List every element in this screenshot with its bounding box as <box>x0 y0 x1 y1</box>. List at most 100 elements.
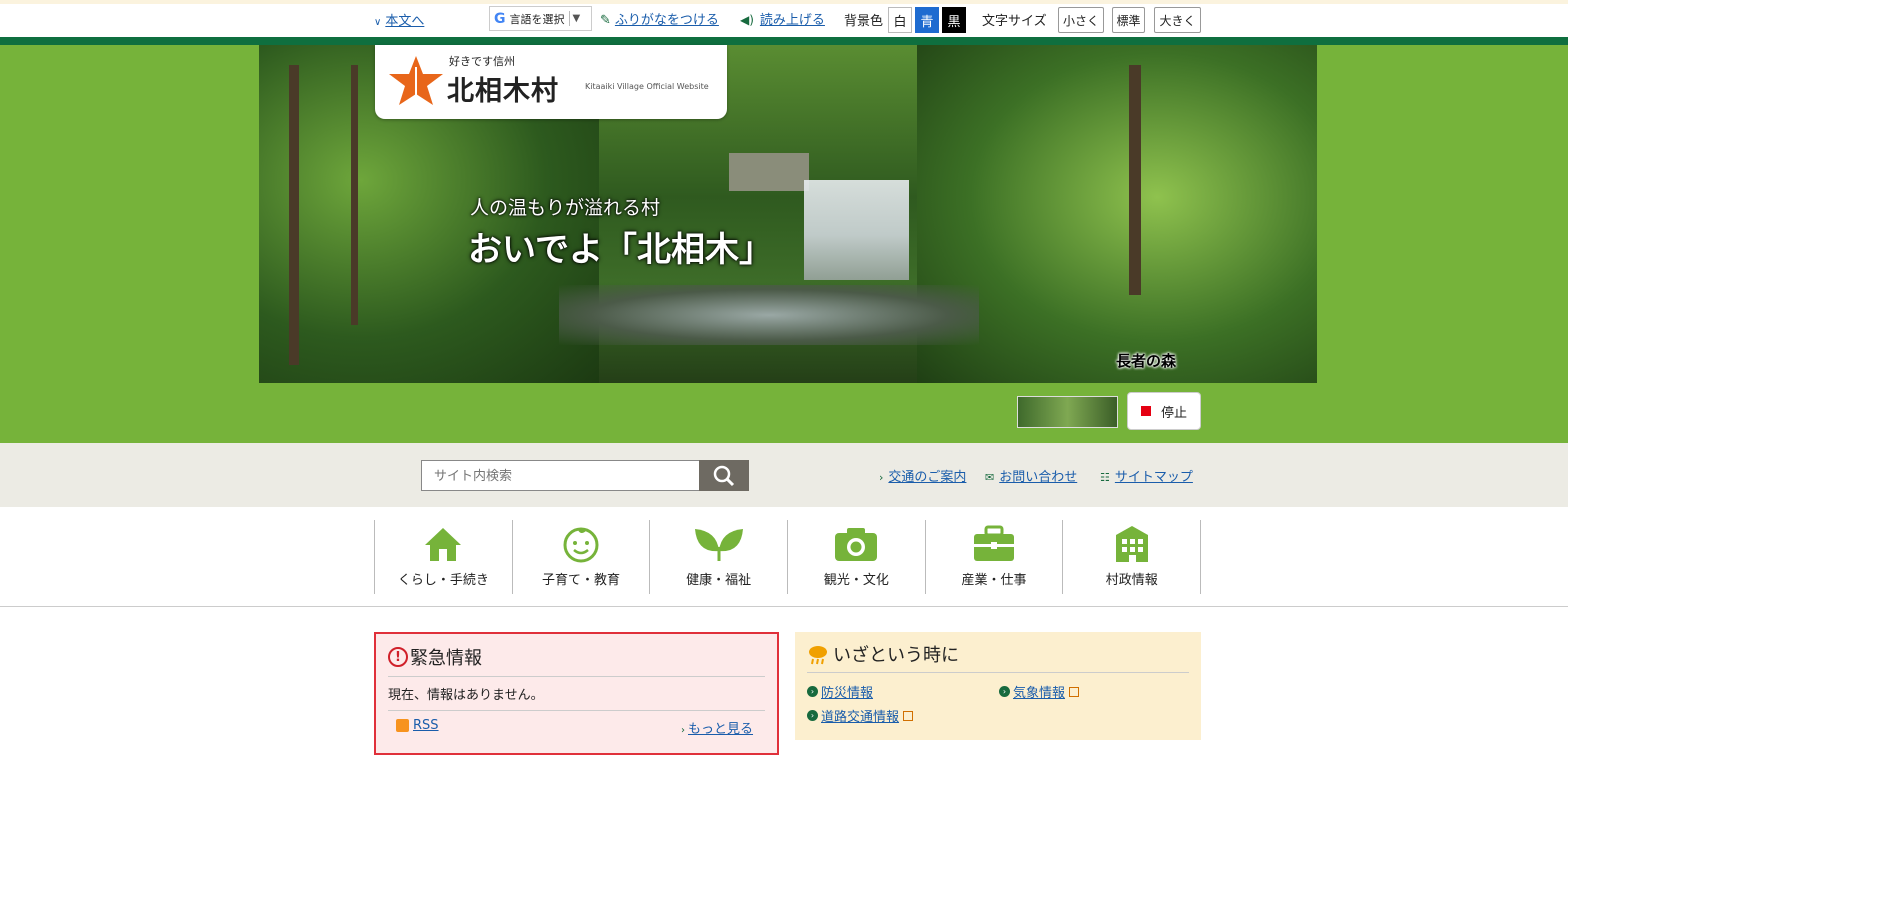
site-search-input[interactable] <box>421 460 700 491</box>
chevron-down-icon: ∨ <box>374 17 382 28</box>
contact-link[interactable]: ✉ お問い合わせ <box>985 466 1077 485</box>
utility-bar: ∨ 本文へ G 言語を選択 ▼ ✎ ふりがなをつける ◀) 読み上げる 背景色 白 青… <box>0 4 1568 37</box>
sitemap-link-text[interactable]: サイトマップ <box>1115 470 1193 485</box>
furigana-link[interactable]: ふりがなをつける <box>615 13 719 28</box>
rss-link[interactable]: RSS <box>396 718 439 733</box>
house-icon <box>425 528 462 561</box>
alert-icon: ! <box>388 647 408 667</box>
google-icon: G <box>494 10 506 27</box>
tree-trunk <box>351 65 358 325</box>
waterfall <box>804 180 909 280</box>
font-large-button[interactable]: 大きく <box>1154 7 1201 33</box>
nav-childcare-label: 子育て・教育 <box>542 573 621 588</box>
disaster-info-panel: いざという時に › 防災情報 › 気象情報 › 道路交通情報 <box>795 632 1201 740</box>
hero-subtitle: 人の温もりが溢れる村 <box>470 197 661 219</box>
select-divider <box>568 11 570 26</box>
baby-face-icon <box>563 527 599 563</box>
disaster-prevention-link-text[interactable]: 防災情報 <box>821 682 873 701</box>
dropdown-arrow-icon: ▼ <box>572 13 581 24</box>
nav-health[interactable]: 健康・福祉 <box>649 520 787 594</box>
chevron-right-icon: › <box>807 686 818 697</box>
road-traffic-link[interactable]: › 道路交通情報 <box>807 706 914 725</box>
logo-tagline: 好きです信州 <box>449 55 515 68</box>
sprout-icon <box>694 529 743 561</box>
rss-link-text[interactable]: RSS <box>413 718 439 733</box>
maple-leaf-logo-icon <box>389 56 443 105</box>
skip-to-content[interactable]: ∨ 本文へ <box>374 10 424 29</box>
access-link[interactable]: › 交通のご案内 <box>879 466 966 485</box>
hero-title: おいでよ「北相木」 <box>468 230 773 270</box>
bg-color-label: 背景色 <box>844 14 884 29</box>
camera-icon <box>835 528 878 561</box>
more-link[interactable]: › もっと見る <box>681 718 753 737</box>
building-icon <box>1115 526 1148 562</box>
emergency-title-text: 緊急情報 <box>410 648 482 669</box>
disaster-title-text: いざという時に <box>833 645 959 666</box>
road-traffic-link-text[interactable]: 道路交通情報 <box>821 706 899 725</box>
nav-childcare[interactable]: 子育て・教育 <box>511 520 650 594</box>
sitemap-icon: ☷ <box>1100 471 1110 484</box>
nav-government[interactable]: 村政情報 <box>1062 520 1202 594</box>
language-select-label: 言語を選択 <box>509 12 565 26</box>
emergency-title: ! 緊急情報 <box>388 644 482 670</box>
divider <box>388 676 765 677</box>
pencil-icon: ✎ <box>600 13 611 28</box>
tree-trunk <box>1129 65 1141 295</box>
emergency-message: 現在、情報はありません。 <box>388 688 544 703</box>
more-link-text[interactable]: もっと見る <box>688 722 753 737</box>
chevron-right-icon: › <box>807 710 818 721</box>
contact-link-text[interactable]: お問い合わせ <box>999 470 1077 485</box>
chevron-right-icon: › <box>999 686 1010 697</box>
read-aloud-link[interactable]: 読み上げる <box>760 13 825 28</box>
nav-living-label: くらし・手続き <box>397 573 489 588</box>
nav-living[interactable]: くらし・手続き <box>374 520 512 594</box>
rain-cloud-icon <box>809 646 827 665</box>
nav-health-label: 健康・福祉 <box>686 573 752 588</box>
weather-info-link-text[interactable]: 気象情報 <box>1013 682 1065 701</box>
site-logo[interactable]: 好きです信州 北相木村 Kitaaiki Village Official We… <box>375 45 727 119</box>
search-icon <box>713 465 735 486</box>
access-link-text[interactable]: 交通のご案内 <box>888 470 966 485</box>
furigana-toggle[interactable]: ✎ ふりがなをつける <box>600 9 719 28</box>
font-small-button[interactable]: 小さく <box>1058 7 1104 33</box>
nav-tourism-label: 観光・文化 <box>823 573 889 588</box>
rss-icon <box>396 719 409 732</box>
logo-english: Kitaaiki Village Official Website <box>585 82 709 91</box>
speaker-icon: ◀) <box>740 13 754 27</box>
font-size-label: 文字サイズ <box>982 14 1047 29</box>
language-select[interactable]: G 言語を選択 ▼ <box>489 6 592 31</box>
stop-label: 停止 <box>1160 405 1187 421</box>
skip-link[interactable]: 本文へ <box>385 14 424 29</box>
nav-industry[interactable]: 産業・仕事 <box>924 520 1063 594</box>
bg-black-button[interactable]: 黒 <box>942 7 966 33</box>
weather-info-link[interactable]: › 気象情報 <box>999 682 1080 701</box>
sitemap-link[interactable]: ☷ サイトマップ <box>1100 466 1193 485</box>
chevron-right-icon: › <box>681 725 685 736</box>
bg-blue-button[interactable]: 青 <box>915 7 939 33</box>
stream <box>559 285 979 345</box>
global-navigation: くらし・手続き 子育て・教育 健康・福祉 観光・文化 産業・仕事 村政情報 <box>374 520 1202 594</box>
briefcase-icon <box>974 525 1015 561</box>
disaster-prevention-link[interactable]: › 防災情報 <box>807 682 873 701</box>
divider <box>388 710 765 711</box>
emergency-info-panel: ! 緊急情報 現在、情報はありません。 RSS › もっと見る <box>374 632 779 755</box>
tree-trunk <box>289 65 299 365</box>
divider <box>807 672 1189 673</box>
mail-icon: ✉ <box>985 471 995 484</box>
slideshow-stop-button[interactable]: 停止 <box>1127 392 1201 430</box>
bg-white-button[interactable]: 白 <box>888 7 912 33</box>
external-link-icon <box>903 710 914 721</box>
font-standard-button[interactable]: 標準 <box>1112 7 1145 33</box>
nav-government-label: 村政情報 <box>1105 573 1158 588</box>
header-divider <box>0 37 1568 45</box>
slideshow-thumbnail[interactable] <box>1017 396 1118 428</box>
search-button[interactable] <box>699 460 749 491</box>
read-aloud-button[interactable]: ◀) 読み上げる <box>740 9 825 28</box>
stone-weir <box>729 153 809 191</box>
nav-tourism[interactable]: 観光・文化 <box>787 520 925 594</box>
stop-square-icon <box>1140 406 1151 416</box>
chevron-right-icon: › <box>879 471 884 484</box>
external-link-icon <box>1069 686 1080 697</box>
nav-industry-label: 産業・仕事 <box>961 573 1027 588</box>
photo-caption: 長者の森 <box>1116 352 1177 370</box>
